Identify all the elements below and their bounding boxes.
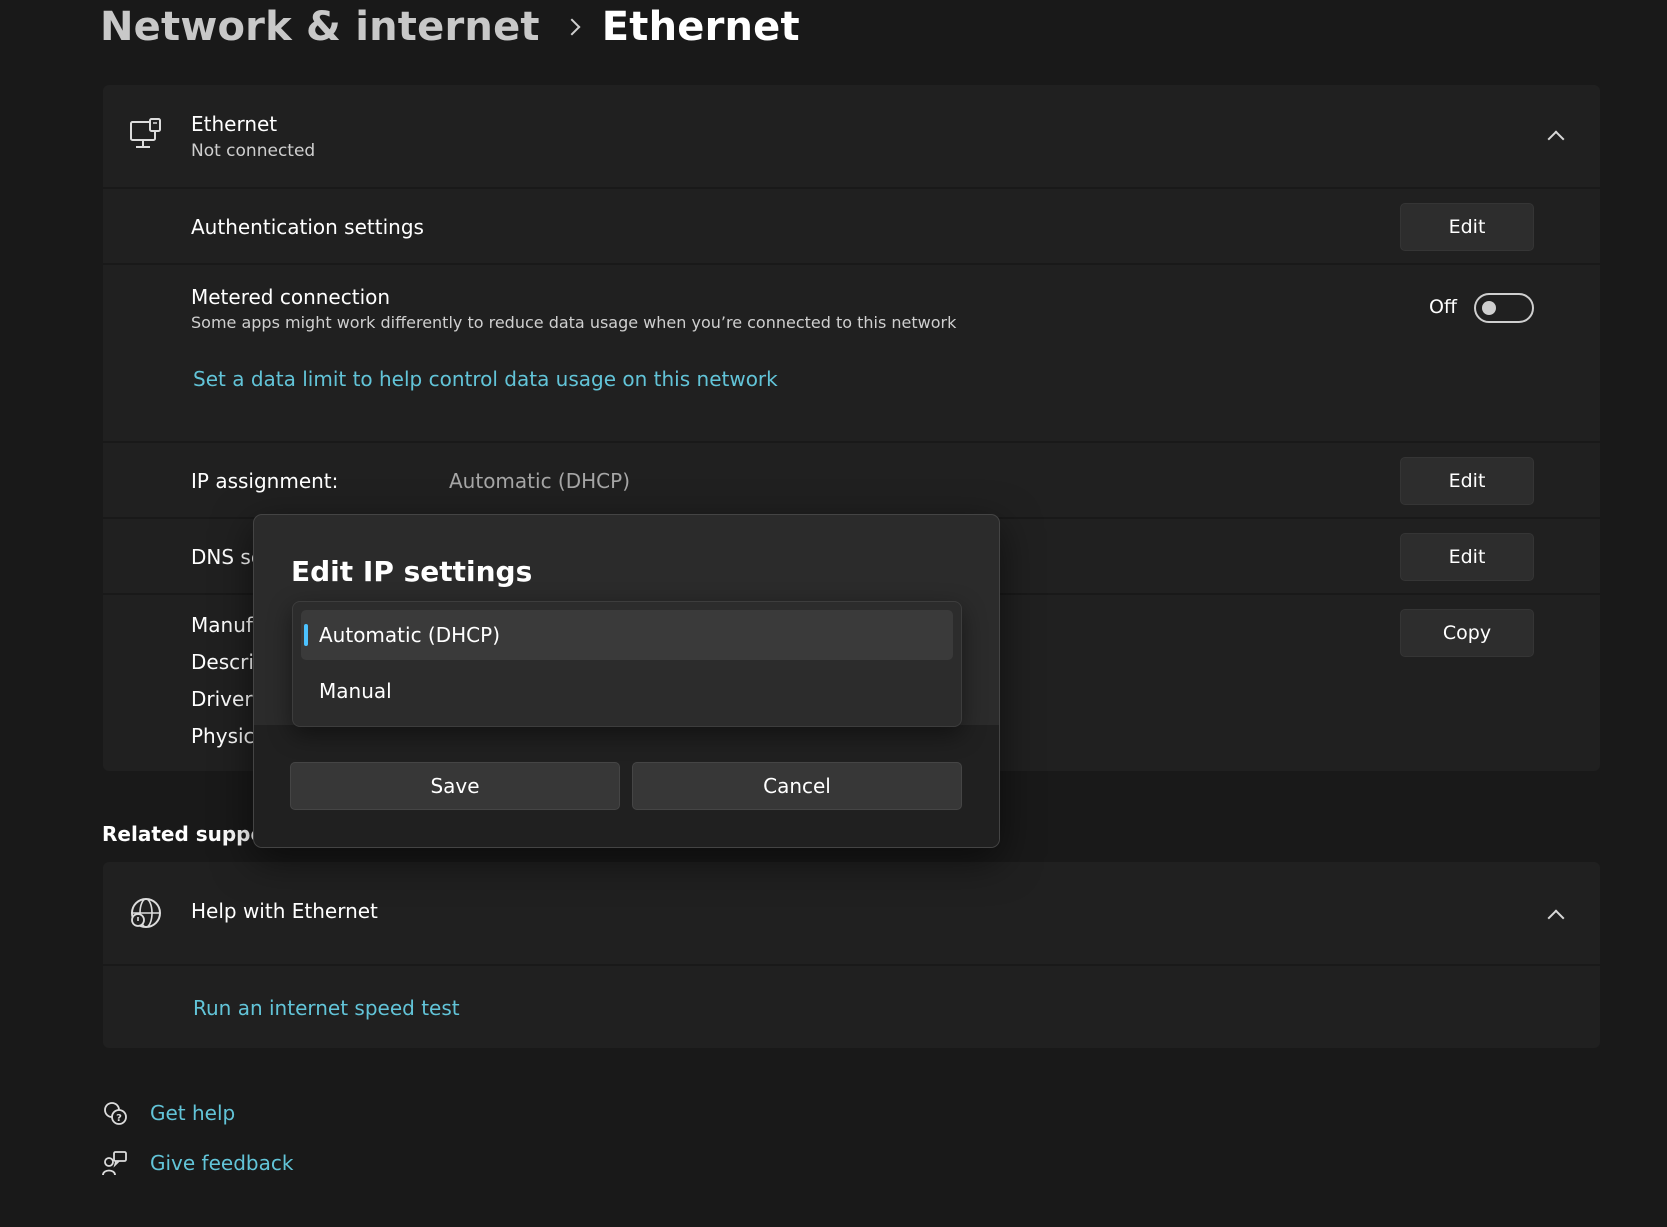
give-feedback-item[interactable]: Give feedback <box>102 1150 293 1176</box>
option-automatic-dhcp[interactable]: Automatic (DHCP) <box>301 610 953 660</box>
chevron-up-icon[interactable] <box>1547 130 1565 148</box>
metered-description: Some apps might work differently to redu… <box>191 313 957 332</box>
breadcrumb: Network & internet Ethernet <box>100 4 800 50</box>
give-feedback-icon <box>102 1151 127 1176</box>
get-help-icon: ? <box>104 1102 127 1125</box>
option-label: Automatic (DHCP) <box>319 623 500 647</box>
ip-assignment-row: IP assignment: Automatic (DHCP) Edit <box>103 441 1600 517</box>
ip-assignment-label: IP assignment: <box>191 469 339 493</box>
help-ethernet-label: Help with Ethernet <box>191 899 378 923</box>
page-title: Ethernet <box>601 4 800 50</box>
ethernet-status: Not connected <box>191 141 316 161</box>
help-ethernet-row[interactable]: Help with Ethernet <box>103 862 1600 964</box>
cancel-button[interactable]: Cancel <box>632 762 962 810</box>
speed-test-row: Run an internet speed test <box>103 964 1600 1048</box>
ethernet-header[interactable]: Ethernet Not connected <box>103 85 1600 187</box>
metered-label: Metered connection <box>191 285 391 309</box>
dns-edit-button[interactable]: Edit <box>1400 533 1534 581</box>
data-limit-link[interactable]: Set a data limit to help control data us… <box>193 367 778 391</box>
metered-toggle-state: Off <box>1428 296 1457 318</box>
auth-settings-label: Authentication settings <box>191 215 424 239</box>
edit-ip-dialog: Edit IP settings Automatic (DHCP) Manual… <box>253 514 1000 848</box>
auth-settings-row: Authentication settings Edit <box>103 187 1600 263</box>
chevron-right-icon <box>563 18 581 36</box>
ethernet-monitor-icon <box>130 118 161 148</box>
breadcrumb-parent[interactable]: Network & internet <box>100 4 540 50</box>
give-feedback-link[interactable]: Give feedback <box>150 1151 293 1175</box>
ip-assignment-value: Automatic (DHCP) <box>449 469 630 493</box>
get-help-item[interactable]: ? Get help <box>102 1100 235 1126</box>
copy-button[interactable]: Copy <box>1400 609 1534 657</box>
save-button[interactable]: Save <box>290 762 620 810</box>
globe-help-icon <box>131 898 161 928</box>
option-label: Manual <box>319 679 392 703</box>
option-manual[interactable]: Manual <box>301 666 953 716</box>
chevron-up-icon[interactable] <box>1547 909 1565 927</box>
get-help-link[interactable]: Get help <box>150 1101 235 1125</box>
speed-test-link[interactable]: Run an internet speed test <box>193 996 460 1020</box>
auth-edit-button[interactable]: Edit <box>1400 203 1534 251</box>
svg-text:?: ? <box>116 1113 122 1124</box>
toggle-knob <box>1482 301 1496 315</box>
metered-connection-row: Metered connection Some apps might work … <box>103 263 1600 441</box>
dialog-title: Edit IP settings <box>291 555 533 588</box>
ip-mode-dropdown[interactable]: Automatic (DHCP) Manual <box>292 601 962 727</box>
ip-edit-button[interactable]: Edit <box>1400 457 1534 505</box>
ethernet-title: Ethernet <box>191 112 278 136</box>
selection-indicator <box>304 624 308 646</box>
metered-toggle[interactable] <box>1474 293 1534 323</box>
related-support-card: Help with Ethernet Run an internet speed… <box>103 862 1600 1048</box>
